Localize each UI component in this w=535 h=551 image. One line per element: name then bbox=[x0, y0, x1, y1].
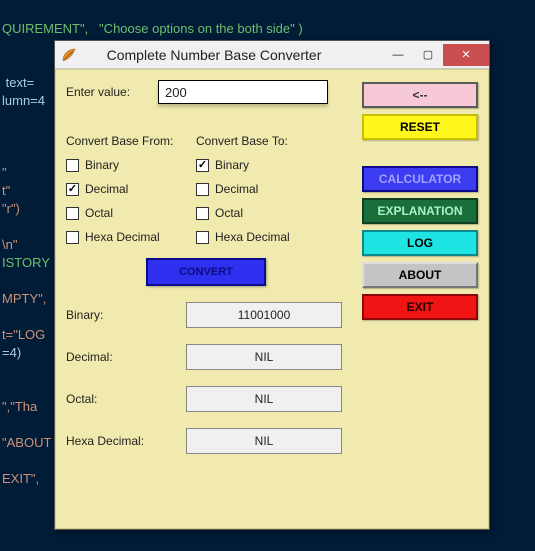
to-octal-label: Octal bbox=[215, 206, 243, 220]
from-hexa-checkbox[interactable] bbox=[66, 231, 79, 244]
from-octal-label: Octal bbox=[85, 206, 113, 220]
from-binary-checkbox[interactable] bbox=[66, 159, 79, 172]
output-octal-label: Octal: bbox=[66, 392, 186, 406]
app-icon bbox=[61, 47, 77, 63]
to-decimal-checkbox[interactable] bbox=[196, 183, 209, 196]
to-binary-label: Binary bbox=[215, 158, 249, 172]
client-area: Enter value: Convert Base From: Convert … bbox=[55, 69, 489, 529]
log-button[interactable]: LOG bbox=[362, 230, 478, 256]
window-title: Complete Number Base Converter bbox=[85, 47, 383, 63]
enter-value-label: Enter value: bbox=[66, 85, 130, 99]
explanation-button[interactable]: EXPLANATION bbox=[362, 198, 478, 224]
exit-button[interactable]: EXIT bbox=[362, 294, 478, 320]
value-input[interactable] bbox=[158, 80, 328, 104]
maximize-button[interactable]: ▢ bbox=[413, 44, 443, 66]
reset-button[interactable]: RESET bbox=[362, 114, 478, 140]
titlebar[interactable]: Complete Number Base Converter — ▢ ✕ bbox=[55, 41, 489, 69]
output-hexa-label: Hexa Decimal: bbox=[66, 434, 186, 448]
convert-from-label: Convert Base From: bbox=[66, 134, 196, 148]
minimize-button[interactable]: — bbox=[383, 44, 413, 66]
right-pane: <-- RESET CALCULATOR EXPLANATION LOG ABO… bbox=[362, 80, 478, 518]
output-decimal-label: Decimal: bbox=[66, 350, 186, 364]
about-button[interactable]: ABOUT bbox=[362, 262, 478, 288]
calculator-button[interactable]: CALCULATOR bbox=[362, 166, 478, 192]
to-hexa-checkbox[interactable] bbox=[196, 231, 209, 244]
to-decimal-label: Decimal bbox=[215, 182, 258, 196]
back-button[interactable]: <-- bbox=[362, 82, 478, 108]
left-pane: Enter value: Convert Base From: Convert … bbox=[66, 80, 362, 518]
convert-button[interactable]: CONVERT bbox=[146, 258, 266, 286]
output-decimal-value: NIL bbox=[186, 344, 342, 370]
close-button[interactable]: ✕ bbox=[443, 44, 489, 66]
from-binary-label: Binary bbox=[85, 158, 119, 172]
app-window: Complete Number Base Converter — ▢ ✕ Ent… bbox=[54, 40, 490, 530]
from-hexa-label: Hexa Decimal bbox=[85, 230, 160, 244]
to-octal-checkbox[interactable] bbox=[196, 207, 209, 220]
to-binary-checkbox[interactable] bbox=[196, 159, 209, 172]
output-hexa-value: NIL bbox=[186, 428, 342, 454]
to-hexa-label: Hexa Decimal bbox=[215, 230, 290, 244]
output-octal-value: NIL bbox=[186, 386, 342, 412]
output-binary-label: Binary: bbox=[66, 308, 186, 322]
from-octal-checkbox[interactable] bbox=[66, 207, 79, 220]
from-decimal-checkbox[interactable] bbox=[66, 183, 79, 196]
from-decimal-label: Decimal bbox=[85, 182, 128, 196]
output-binary-value: 11001000 bbox=[186, 302, 342, 328]
convert-to-label: Convert Base To: bbox=[196, 134, 288, 148]
